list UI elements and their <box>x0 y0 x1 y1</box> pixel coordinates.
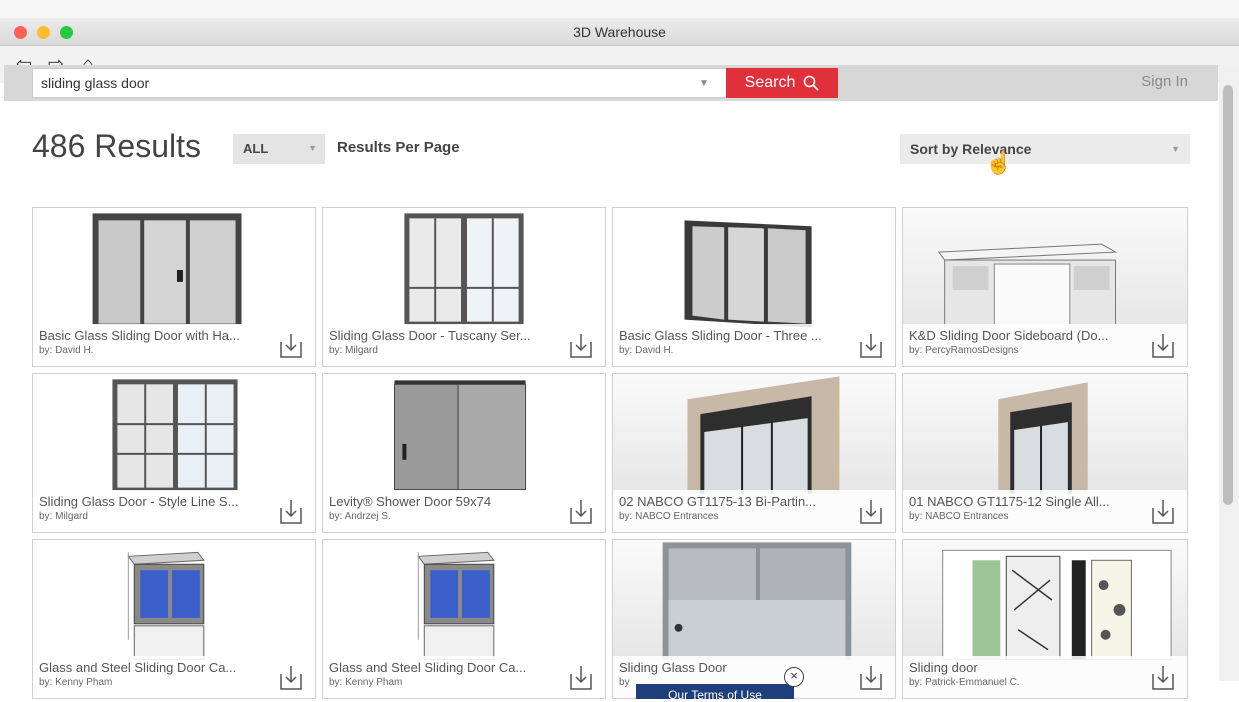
title-bar: 3D Warehouse <box>0 18 1239 46</box>
card-title[interactable]: Sliding Glass Door - Style Line S... <box>39 494 271 509</box>
card-title[interactable]: Sliding door <box>909 660 1141 675</box>
card-title[interactable]: Glass and Steel Sliding Door Ca... <box>39 660 271 675</box>
result-card[interactable]: Sliding Glass Door - Style Line S... by:… <box>32 373 316 533</box>
card-title[interactable]: K&D Sliding Door Sideboard (Do... <box>909 328 1141 343</box>
download-icon[interactable] <box>567 330 595 360</box>
search-button-label: Search <box>744 74 796 91</box>
search-button[interactable]: Search <box>726 68 838 98</box>
model-thumbnail <box>404 213 524 325</box>
download-icon[interactable] <box>857 496 885 526</box>
filter-value: ALL <box>243 141 269 156</box>
card-author[interactable]: by: Milgard <box>39 511 309 522</box>
result-card[interactable]: Glass and Steel Sliding Door Ca... by: K… <box>32 539 316 699</box>
close-icon[interactable]: × <box>784 667 804 687</box>
sort-dropdown[interactable]: Sort by Relevance ▼ <box>900 134 1190 164</box>
terms-of-use-banner[interactable]: Our Terms of Use <box>636 684 794 702</box>
model-thumbnail <box>684 220 812 328</box>
card-author[interactable]: by: Kenny Pham <box>329 677 599 688</box>
results-count: 486 Results <box>32 128 201 164</box>
search-icon <box>804 75 819 91</box>
model-thumbnail <box>937 243 1118 328</box>
card-title[interactable]: Levity® Shower Door 59x74 <box>329 494 561 509</box>
card-title[interactable]: 01 NABCO GT1175-12 Single All... <box>909 494 1141 509</box>
model-thumbnail <box>417 551 495 660</box>
search-input[interactable] <box>32 68 729 98</box>
card-author[interactable]: by: NABCO Entrances <box>909 511 1181 522</box>
result-card[interactable]: 01 NABCO GT1175-12 Single All... by: NAB… <box>902 373 1188 533</box>
card-author[interactable]: by: NABCO Entrances <box>619 511 889 522</box>
result-card[interactable]: Levity® Shower Door 59x74 by: Andrzej S. <box>322 373 606 533</box>
download-icon[interactable] <box>1149 496 1177 526</box>
model-thumbnail <box>942 549 1172 660</box>
model-thumbnail <box>393 380 527 491</box>
result-card[interactable]: Basic Glass Sliding Door - Three ... by:… <box>612 207 896 367</box>
download-icon[interactable] <box>857 662 885 692</box>
download-icon[interactable] <box>567 496 595 526</box>
card-title[interactable]: Glass and Steel Sliding Door Ca... <box>329 660 561 675</box>
result-card[interactable]: Sliding door by: Patrick-Emmanuel C. <box>902 539 1188 699</box>
sign-in-link[interactable]: Sign In <box>1141 73 1188 90</box>
card-author[interactable]: by: Patrick-Emmanuel C. <box>909 677 1181 688</box>
scrollbar-thumb[interactable] <box>1223 85 1233 505</box>
card-author[interactable]: by: David H. <box>39 345 309 356</box>
download-icon[interactable] <box>567 662 595 692</box>
download-icon[interactable] <box>857 330 885 360</box>
card-title[interactable]: Basic Glass Sliding Door with Ha... <box>39 328 271 343</box>
card-title[interactable]: Sliding Glass Door <box>619 660 851 675</box>
download-icon[interactable] <box>277 330 305 360</box>
result-card[interactable]: Sliding Glass Door - Tuscany Ser... by: … <box>322 207 606 367</box>
model-thumbnail <box>92 213 242 325</box>
card-author[interactable]: by: PercyRamosDesigns <box>909 345 1181 356</box>
card-title[interactable]: Sliding Glass Door - Tuscany Ser... <box>329 328 561 343</box>
window-title: 3D Warehouse <box>573 24 666 40</box>
model-thumbnail <box>112 379 238 491</box>
result-card[interactable]: Basic Glass Sliding Door with Ha... by: … <box>32 207 316 367</box>
results-per-page-label[interactable]: Results Per Page <box>337 139 460 156</box>
chevron-down-icon: ▼ <box>308 143 317 153</box>
card-author[interactable]: by: Kenny Pham <box>39 677 309 688</box>
card-title[interactable]: 02 NABCO GT1175-13 Bi-Partin... <box>619 494 851 509</box>
card-author[interactable]: by: Andrzej S. <box>329 511 599 522</box>
search-bar: ▼ Search Sign In <box>4 65 1218 101</box>
download-icon[interactable] <box>277 662 305 692</box>
result-card[interactable]: K&D Sliding Door Sideboard (Do... by: Pe… <box>902 207 1188 367</box>
card-title[interactable]: Basic Glass Sliding Door - Three ... <box>619 328 851 343</box>
hand-cursor-icon: ☝ <box>985 150 1013 175</box>
result-card[interactable]: Sliding Glass Door by <box>612 539 896 699</box>
sort-value: Sort by Relevance <box>910 141 1032 157</box>
model-thumbnail <box>127 551 205 660</box>
chevron-down-icon: ▼ <box>1171 144 1180 154</box>
model-thumbnail <box>687 376 840 494</box>
model-thumbnail <box>998 382 1088 494</box>
model-thumbnail <box>662 542 852 660</box>
scrollbar[interactable] <box>1219 65 1239 681</box>
search-history-dropdown-icon[interactable]: ▼ <box>699 78 709 89</box>
top-edge <box>0 0 1239 18</box>
download-icon[interactable] <box>277 496 305 526</box>
filter-dropdown[interactable]: ALL ▼ <box>233 134 325 164</box>
card-author[interactable]: by: David H. <box>619 345 889 356</box>
download-icon[interactable] <box>1149 662 1177 692</box>
result-card[interactable]: Glass and Steel Sliding Door Ca... by: K… <box>322 539 606 699</box>
download-icon[interactable] <box>1149 330 1177 360</box>
results-grid: Basic Glass Sliding Door with Ha... by: … <box>32 207 1188 699</box>
card-author[interactable]: by: Milgard <box>329 345 599 356</box>
result-card[interactable]: 02 NABCO GT1175-13 Bi-Partin... by: NABC… <box>612 373 896 533</box>
